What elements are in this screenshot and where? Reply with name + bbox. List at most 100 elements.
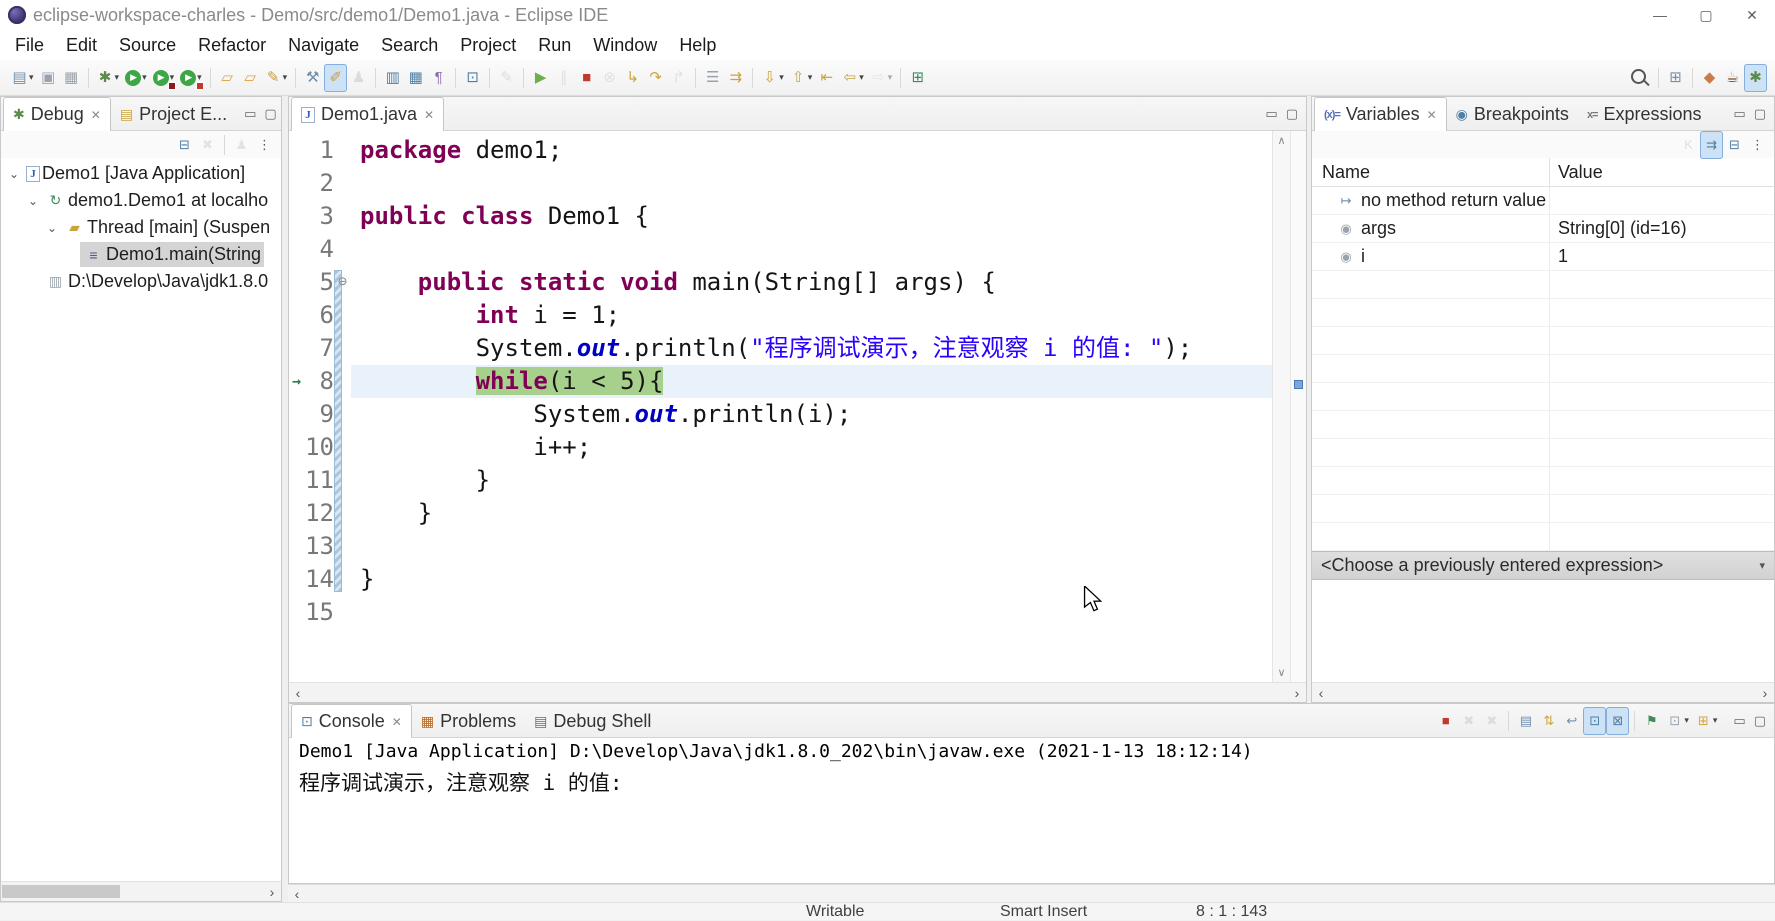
- tab-breakpoints[interactable]: ◉Breakpoints: [1447, 99, 1578, 130]
- show-whitespace-button[interactable]: ¶: [427, 64, 450, 92]
- fold-margin[interactable]: [334, 497, 351, 530]
- console-pick-button[interactable]: ⊡: [461, 64, 484, 92]
- forward-button[interactable]: ⇨▾: [867, 64, 896, 92]
- menu-edit[interactable]: Edit: [55, 35, 108, 56]
- external-tools-button[interactable]: ✎▾: [262, 64, 291, 92]
- code-text[interactable]: public class Demo1 {: [351, 200, 1272, 233]
- minimize-panel-button[interactable]: ▭: [1733, 713, 1745, 729]
- expression-chooser[interactable]: <Choose a previously entered expression>…: [1312, 551, 1774, 580]
- perspective-debug-button[interactable]: ✱: [1744, 64, 1767, 92]
- fold-margin[interactable]: [334, 332, 351, 365]
- coverage-button[interactable]: ▶▾: [150, 64, 178, 92]
- scroll-up-icon[interactable]: ∧: [1277, 134, 1285, 147]
- menu-search[interactable]: Search: [370, 35, 449, 56]
- debug-button[interactable]: ✱▾: [94, 64, 123, 92]
- breadcrumb-button[interactable]: ✎: [495, 64, 518, 92]
- suspend-button[interactable]: ∥: [552, 64, 575, 92]
- minimize-panel-button[interactable]: ▭: [244, 106, 256, 122]
- terminate-button[interactable]: ■: [575, 64, 598, 92]
- view-menu-button[interactable]: ⋮: [253, 131, 276, 159]
- editor-vertical-scrollbar[interactable]: ∧ ∨: [1272, 131, 1290, 682]
- code-area[interactable]: 1package demo1;23public class Demo1 {45⊖…: [289, 131, 1272, 682]
- menu-run[interactable]: Run: [527, 35, 582, 56]
- tab-debug-shell[interactable]: ▤Debug Shell: [525, 706, 660, 737]
- menu-navigate[interactable]: Navigate: [277, 35, 370, 56]
- breakpoint-margin[interactable]: [289, 167, 304, 200]
- step-into-button[interactable]: ↳: [621, 64, 644, 92]
- debug-tree-item[interactable]: ⌄▰Thread [main] (Suspen: [1, 214, 281, 241]
- save-all-button[interactable]: ▦: [60, 64, 83, 92]
- menu-file[interactable]: File: [4, 35, 55, 56]
- code-text[interactable]: [351, 233, 1272, 266]
- scrollbar-track[interactable]: [306, 885, 1775, 903]
- fold-margin[interactable]: [334, 596, 351, 629]
- fold-margin[interactable]: [334, 563, 351, 596]
- drop-to-frame-button[interactable]: ⇉: [724, 64, 747, 92]
- expander-icon[interactable]: ⌄: [24, 194, 42, 208]
- editor-horizontal-scrollbar[interactable]: ‹ ›: [289, 682, 1306, 702]
- fold-margin[interactable]: [334, 530, 351, 563]
- new-button[interactable]: ▤▾: [8, 64, 37, 92]
- step-return-button[interactable]: ↱: [667, 64, 690, 92]
- close-icon[interactable]: ✕: [1427, 108, 1437, 122]
- scroll-right-icon[interactable]: ›: [1288, 685, 1306, 701]
- debug-view-filter-button[interactable]: ♟: [230, 131, 253, 159]
- code-text[interactable]: }: [351, 464, 1272, 497]
- perspective-java-button[interactable]: ☕: [1721, 64, 1744, 92]
- breakpoint-margin[interactable]: [289, 299, 304, 332]
- tab-variables[interactable]: (x)=Variables✕: [1314, 97, 1447, 131]
- debug-horizontal-scrollbar[interactable]: ›: [1, 881, 281, 901]
- resume-button[interactable]: ▶: [529, 64, 552, 92]
- open-console-button[interactable]: ⊞▾: [1692, 707, 1721, 735]
- breakpoint-margin[interactable]: [289, 596, 304, 629]
- fold-margin[interactable]: ⊖: [334, 266, 351, 299]
- debug-tree-item[interactable]: ▥D:\Develop\Java\jdk1.8.0: [1, 268, 281, 295]
- fold-margin[interactable]: [334, 464, 351, 497]
- breakpoint-margin[interactable]: [289, 431, 304, 464]
- variable-row[interactable]: ◉argsString[0] (id=16): [1312, 215, 1774, 243]
- open-type-button[interactable]: ▱: [216, 64, 239, 92]
- tab-project-e[interactable]: ▤Project E...: [111, 99, 236, 130]
- scrollbar-track[interactable]: [120, 882, 263, 901]
- remove-all-terminated-button[interactable]: ✖: [196, 131, 219, 159]
- breakpoint-margin[interactable]: [289, 134, 304, 167]
- code-text[interactable]: package demo1;: [351, 134, 1272, 167]
- variable-row[interactable]: ↦no method return value: [1312, 187, 1774, 215]
- fold-margin[interactable]: [334, 365, 351, 398]
- maximize-panel-button[interactable]: ▢: [1286, 106, 1298, 122]
- scroll-down-icon[interactable]: ∨: [1277, 666, 1285, 679]
- scrollbar-track[interactable]: [1330, 683, 1756, 702]
- remove-all-launches-button[interactable]: ✖: [1480, 707, 1503, 735]
- show-logical-structures-button[interactable]: ⇉: [1700, 131, 1723, 159]
- collapse-all-button[interactable]: ⊟: [1723, 131, 1746, 159]
- pin-editor-button[interactable]: ⊞: [906, 64, 929, 92]
- open-element-button[interactable]: ▦: [404, 64, 427, 92]
- perspective-javaee-button[interactable]: ◆: [1698, 64, 1721, 92]
- expander-icon[interactable]: ⌄: [43, 221, 61, 235]
- previous-annotation-button[interactable]: ⇧▾: [787, 64, 816, 92]
- search-button[interactable]: [1627, 64, 1653, 92]
- fold-margin[interactable]: [334, 134, 351, 167]
- menu-window[interactable]: Window: [582, 35, 668, 56]
- close-button[interactable]: ✕: [1729, 0, 1775, 30]
- fold-margin[interactable]: [334, 299, 351, 332]
- name-column-header[interactable]: Name: [1312, 158, 1550, 186]
- tab-expressions[interactable]: x=Expressions: [1578, 99, 1711, 130]
- code-text[interactable]: [351, 167, 1272, 200]
- chevron-down-icon[interactable]: ▾: [1759, 559, 1765, 572]
- variable-detail-pane[interactable]: [1312, 580, 1774, 682]
- breakpoint-margin[interactable]: [289, 563, 304, 596]
- close-icon[interactable]: ✕: [91, 108, 101, 122]
- code-text[interactable]: public static void main(String[] args) {: [351, 266, 1272, 299]
- breakpoint-margin[interactable]: [289, 530, 304, 563]
- console-body[interactable]: Demo1 [Java Application] D:\Develop\Java…: [289, 738, 1774, 883]
- maximize-panel-button[interactable]: ▢: [264, 106, 276, 122]
- profile-button[interactable]: ▶▾: [177, 64, 205, 92]
- tab-debug[interactable]: ✱Debug✕: [3, 97, 111, 131]
- instruction-stepping-button[interactable]: ☰: [701, 64, 724, 92]
- tab-problems[interactable]: ▦Problems: [412, 706, 525, 737]
- breakpoint-margin[interactable]: [289, 464, 304, 497]
- current-line-marker[interactable]: [1294, 380, 1303, 389]
- view-menu-button[interactable]: ⋮: [1746, 131, 1769, 159]
- display-selected-console-button[interactable]: ⊡▾: [1663, 707, 1692, 735]
